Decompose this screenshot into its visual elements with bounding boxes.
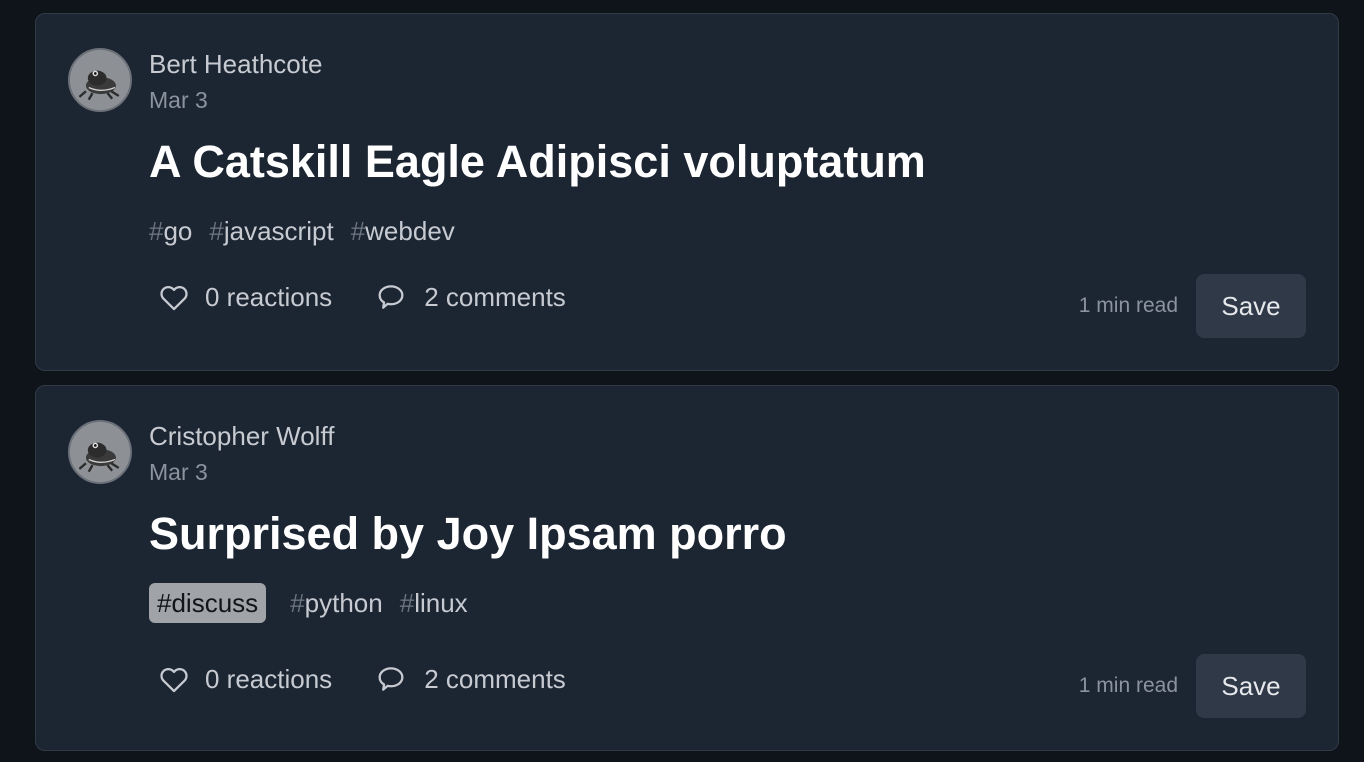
reactions-count: 0 reactions: [205, 282, 333, 312]
author-name[interactable]: Cristopher Wolff: [149, 420, 334, 452]
tag-list: # go # javascript # webdev: [149, 211, 463, 251]
tag-label: linux: [414, 588, 468, 618]
article-title[interactable]: Surprised by Joy Ipsam porro: [149, 506, 787, 562]
article-actions: 0 reactions 2 comments: [149, 654, 574, 704]
tag-link[interactable]: # python: [282, 583, 391, 623]
save-button[interactable]: Save: [1196, 654, 1306, 718]
tag-label: go: [163, 216, 193, 246]
frog-avatar-icon: [70, 50, 130, 110]
tag-hash: #: [290, 588, 305, 618]
article-card[interactable]: Bert Heathcote Mar 3 A Catskill Eagle Ad…: [35, 13, 1339, 371]
article-title[interactable]: A Catskill Eagle Adipisci voluptatum: [149, 134, 926, 190]
author-avatar[interactable]: [68, 420, 132, 484]
comment-bubble-icon: [378, 667, 404, 691]
read-time: 1 min read: [1078, 294, 1178, 317]
heart-icon: [160, 668, 188, 693]
comment-bubble-icon: [378, 285, 404, 309]
reactions-count: 0 reactions: [205, 664, 333, 694]
tag-hash: #: [350, 216, 366, 246]
article-card[interactable]: Cristopher Wolff Mar 3 Surprised by Joy …: [35, 385, 1339, 751]
reactions-button[interactable]: 0 reactions: [149, 654, 340, 704]
tag-link-active[interactable]: # discuss: [149, 583, 267, 623]
tag-list: # discuss # python # linux: [149, 583, 476, 623]
author-name[interactable]: Bert Heathcote: [149, 48, 322, 80]
author-avatar[interactable]: [68, 48, 132, 112]
tag-hash: #: [157, 588, 172, 618]
comments-count: 2 comments: [424, 664, 566, 694]
tag-link[interactable]: # linux: [392, 583, 476, 623]
tag-label: python: [304, 588, 383, 618]
comments-count: 2 comments: [424, 282, 566, 312]
post-date[interactable]: Mar 3: [149, 86, 208, 114]
tag-link[interactable]: # go: [141, 211, 200, 251]
post-date[interactable]: Mar 3: [149, 458, 208, 486]
heart-icon: [160, 286, 188, 311]
comments-button[interactable]: 2 comments: [366, 654, 574, 704]
save-button[interactable]: Save: [1196, 274, 1306, 338]
comments-button[interactable]: 2 comments: [366, 272, 574, 322]
tag-hash: #: [209, 216, 224, 246]
frog-avatar-icon: [70, 422, 130, 482]
tag-link[interactable]: # javascript: [201, 211, 341, 251]
read-time: 1 min read: [1078, 674, 1178, 697]
article-meta-right: 1 min read Save: [1079, 274, 1306, 338]
tag-hash: #: [399, 588, 415, 618]
tag-label: webdev: [365, 216, 455, 246]
article-feed: Bert Heathcote Mar 3 A Catskill Eagle Ad…: [0, 0, 1364, 762]
article-actions: 0 reactions 2 comments: [149, 272, 574, 322]
article-meta-right: 1 min read Save: [1079, 654, 1306, 718]
tag-label: discuss: [171, 588, 259, 618]
reactions-button[interactable]: 0 reactions: [149, 272, 340, 322]
tag-hash: #: [149, 216, 164, 246]
tag-link[interactable]: # webdev: [343, 211, 463, 251]
tag-label: javascript: [223, 216, 334, 246]
